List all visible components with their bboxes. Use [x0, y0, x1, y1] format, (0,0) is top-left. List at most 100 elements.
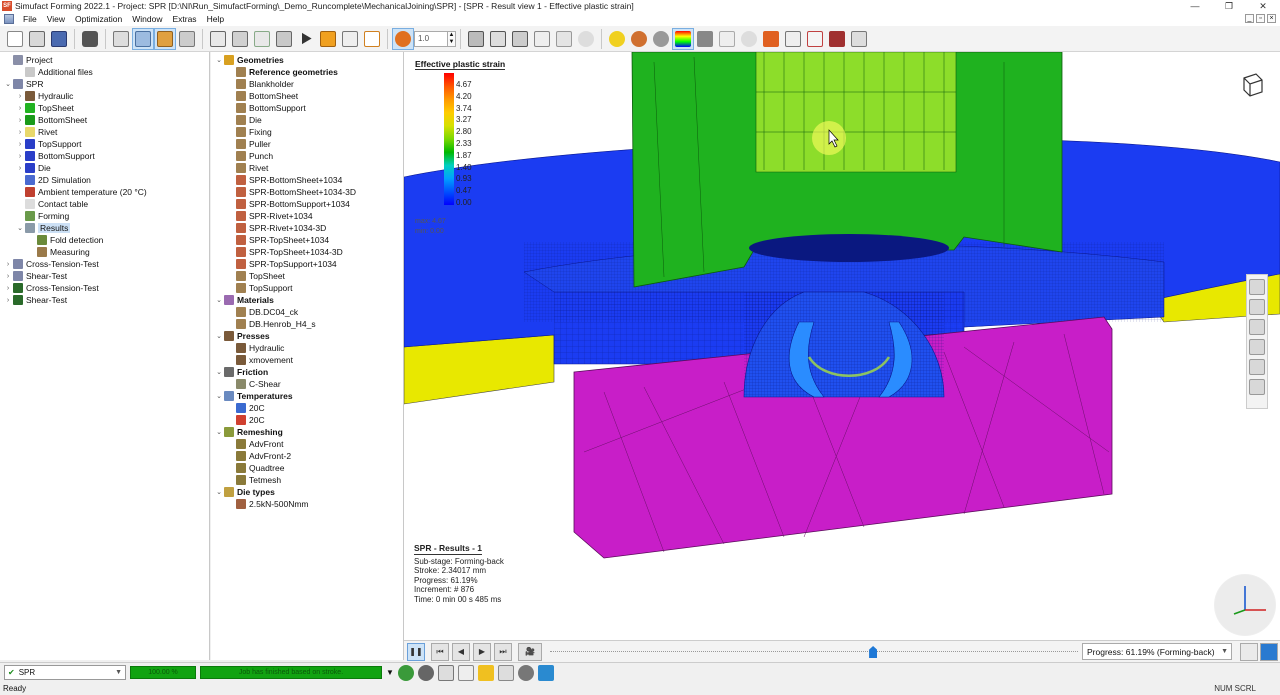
sketch-icon[interactable]: [361, 28, 383, 50]
project-tree-item[interactable]: Measuring: [28, 246, 90, 258]
library-tree-item[interactable]: Die: [227, 114, 262, 126]
project-tree-item[interactable]: 2D Simulation: [16, 174, 91, 186]
collapse-chevron-icon[interactable]: ⌄: [215, 332, 223, 340]
library-tree-item[interactable]: ⌄ Materials: [215, 294, 274, 306]
library-tree-item[interactable]: SPR-BottomSheet+1034-3D: [227, 186, 356, 198]
expand-chevron-icon[interactable]: ›: [16, 105, 24, 112]
library-tree-item[interactable]: Quadtree: [227, 462, 284, 474]
library-tree-item[interactable]: Rivet: [227, 162, 268, 174]
close-button[interactable]: ✕: [1246, 0, 1280, 12]
result-viewport[interactable]: Effective plastic strain 4.67 4.20 3.74 3.2…: [404, 52, 1280, 640]
menu-optimization[interactable]: Optimization: [70, 14, 127, 24]
spin-down-icon[interactable]: ▼: [449, 39, 455, 46]
expand-chevron-icon[interactable]: ›: [16, 153, 24, 160]
library-tree-item[interactable]: BottomSheet: [227, 90, 298, 102]
result-view-icon[interactable]: [229, 28, 251, 50]
restore-button[interactable]: ❐: [1212, 0, 1246, 12]
monitor-icon[interactable]: [207, 28, 229, 50]
expand-chevron-icon[interactable]: ›: [16, 93, 24, 100]
measure-icon[interactable]: [1249, 279, 1265, 295]
stage-icon[interactable]: [317, 28, 339, 50]
highlight-icon[interactable]: [477, 664, 494, 681]
legend-toggle-icon[interactable]: [672, 27, 694, 50]
job-run-icon[interactable]: [397, 664, 414, 681]
library-tree-item[interactable]: Punch: [227, 150, 273, 162]
collapse-chevron-icon[interactable]: ⌄: [4, 80, 12, 88]
project-tree-item[interactable]: ⌄ SPR: [4, 78, 43, 90]
view-cube-icon[interactable]: [1236, 70, 1266, 100]
library-tree-item[interactable]: 2.5kN-500Nmm: [227, 498, 309, 510]
axis-cross-icon[interactable]: [716, 28, 738, 50]
expand-chevron-icon[interactable]: ›: [16, 117, 24, 124]
collapse-chevron-icon[interactable]: ⌄: [215, 56, 223, 64]
menu-window[interactable]: Window: [127, 14, 167, 24]
clipboard-icon[interactable]: [457, 664, 474, 681]
library-tree-item[interactable]: ⌄ Geometries: [215, 54, 284, 66]
library-tree-item[interactable]: 20C: [227, 402, 265, 414]
library-tree-item[interactable]: SPR-Rivet+1034: [227, 210, 313, 222]
next-frame-button[interactable]: ▶: [473, 642, 491, 661]
rotate-icon[interactable]: [738, 28, 760, 50]
minimize-button[interactable]: —: [1178, 0, 1212, 12]
stop-icon[interactable]: [417, 664, 434, 681]
project-tree-item[interactable]: › Rivet: [16, 126, 57, 138]
palette-icon[interactable]: [628, 28, 650, 50]
library-tree-item[interactable]: SPR-Rivet+1034-3D: [227, 222, 326, 234]
sound-icon[interactable]: [848, 28, 870, 50]
settings-gear-button[interactable]: [1240, 643, 1258, 661]
wizard-icon[interactable]: [110, 28, 132, 50]
run-selector[interactable]: ✔ SPR ▼: [4, 665, 126, 680]
log-icon[interactable]: [497, 664, 514, 681]
mdi-close-button[interactable]: ×: [1267, 14, 1276, 23]
menu-extras[interactable]: Extras: [167, 14, 201, 24]
expand-chevron-icon[interactable]: ›: [16, 165, 24, 172]
new-file-icon[interactable]: [4, 28, 26, 50]
library-tree-item[interactable]: Reference geometries: [227, 66, 338, 78]
axis-gizmo-icon[interactable]: [1214, 574, 1276, 636]
target-icon[interactable]: [1249, 379, 1265, 395]
document-menu-icon[interactable]: [4, 14, 14, 24]
collapse-chevron-icon[interactable]: ⌄: [215, 488, 223, 496]
hidden-line-icon[interactable]: [553, 28, 575, 50]
camera-icon[interactable]: [79, 28, 101, 50]
collapse-chevron-icon[interactable]: ⌄: [215, 368, 223, 376]
light-icon[interactable]: [606, 28, 628, 50]
library-tree-item[interactable]: DB.Henrob_H4_s: [227, 318, 316, 330]
wireframe-icon[interactable]: [487, 28, 509, 50]
mdi-minimize-button[interactable]: _: [1245, 14, 1254, 23]
library-tree-item[interactable]: SPR-TopSupport+1034: [227, 258, 337, 270]
library-tree-item[interactable]: Blankholder: [227, 78, 294, 90]
time-slider-thumb[interactable]: [869, 646, 878, 658]
collapse-chevron-icon[interactable]: ⌄: [215, 428, 223, 436]
expand-chevron-icon[interactable]: ›: [16, 129, 24, 136]
export-job-icon[interactable]: [537, 664, 554, 681]
library-tree-item[interactable]: AdvFront-2: [227, 450, 291, 462]
library-tree-item[interactable]: ⌄ Remeshing: [215, 426, 283, 438]
library-tree-item[interactable]: DB.DC04_ck: [227, 306, 298, 318]
project-tree-item[interactable]: Contact table: [16, 198, 88, 210]
expand-chevron-icon[interactable]: ›: [4, 273, 12, 280]
library-tree-item[interactable]: TopSheet: [227, 270, 285, 282]
project-tree-item[interactable]: › Cross-Tension-Test: [4, 258, 99, 270]
library-tree-item[interactable]: ⌄ Temperatures: [215, 390, 293, 402]
collapse-chevron-icon[interactable]: ⌄: [16, 224, 24, 232]
menu-help[interactable]: Help: [202, 14, 229, 24]
refresh-icon[interactable]: [437, 664, 454, 681]
visibility-icon[interactable]: [575, 28, 597, 50]
tracking-point-icon[interactable]: [804, 28, 826, 50]
cut-plane-icon[interactable]: [760, 28, 782, 50]
gear-icon[interactable]: [517, 664, 534, 681]
transparent-icon[interactable]: [531, 28, 553, 50]
library-view-icon[interactable]: [154, 27, 176, 50]
chart-icon[interactable]: [251, 28, 273, 50]
chevron-down-icon[interactable]: ▼: [386, 668, 394, 677]
library-tree-item[interactable]: 20C: [227, 414, 265, 426]
zoom-tool-icon[interactable]: [392, 27, 414, 50]
library-tree-item[interactable]: SPR-TopSheet+1034-3D: [227, 246, 343, 258]
expand-chevron-icon[interactable]: ›: [4, 261, 12, 268]
flow-lines-icon[interactable]: [826, 28, 848, 50]
project-tree-item[interactable]: Ambient temperature (20 °C): [16, 186, 147, 198]
grid-icon[interactable]: [694, 28, 716, 50]
library-tree-item[interactable]: ⌄ Presses: [215, 330, 270, 342]
project-tree-item[interactable]: ⌄ Results: [16, 222, 71, 234]
